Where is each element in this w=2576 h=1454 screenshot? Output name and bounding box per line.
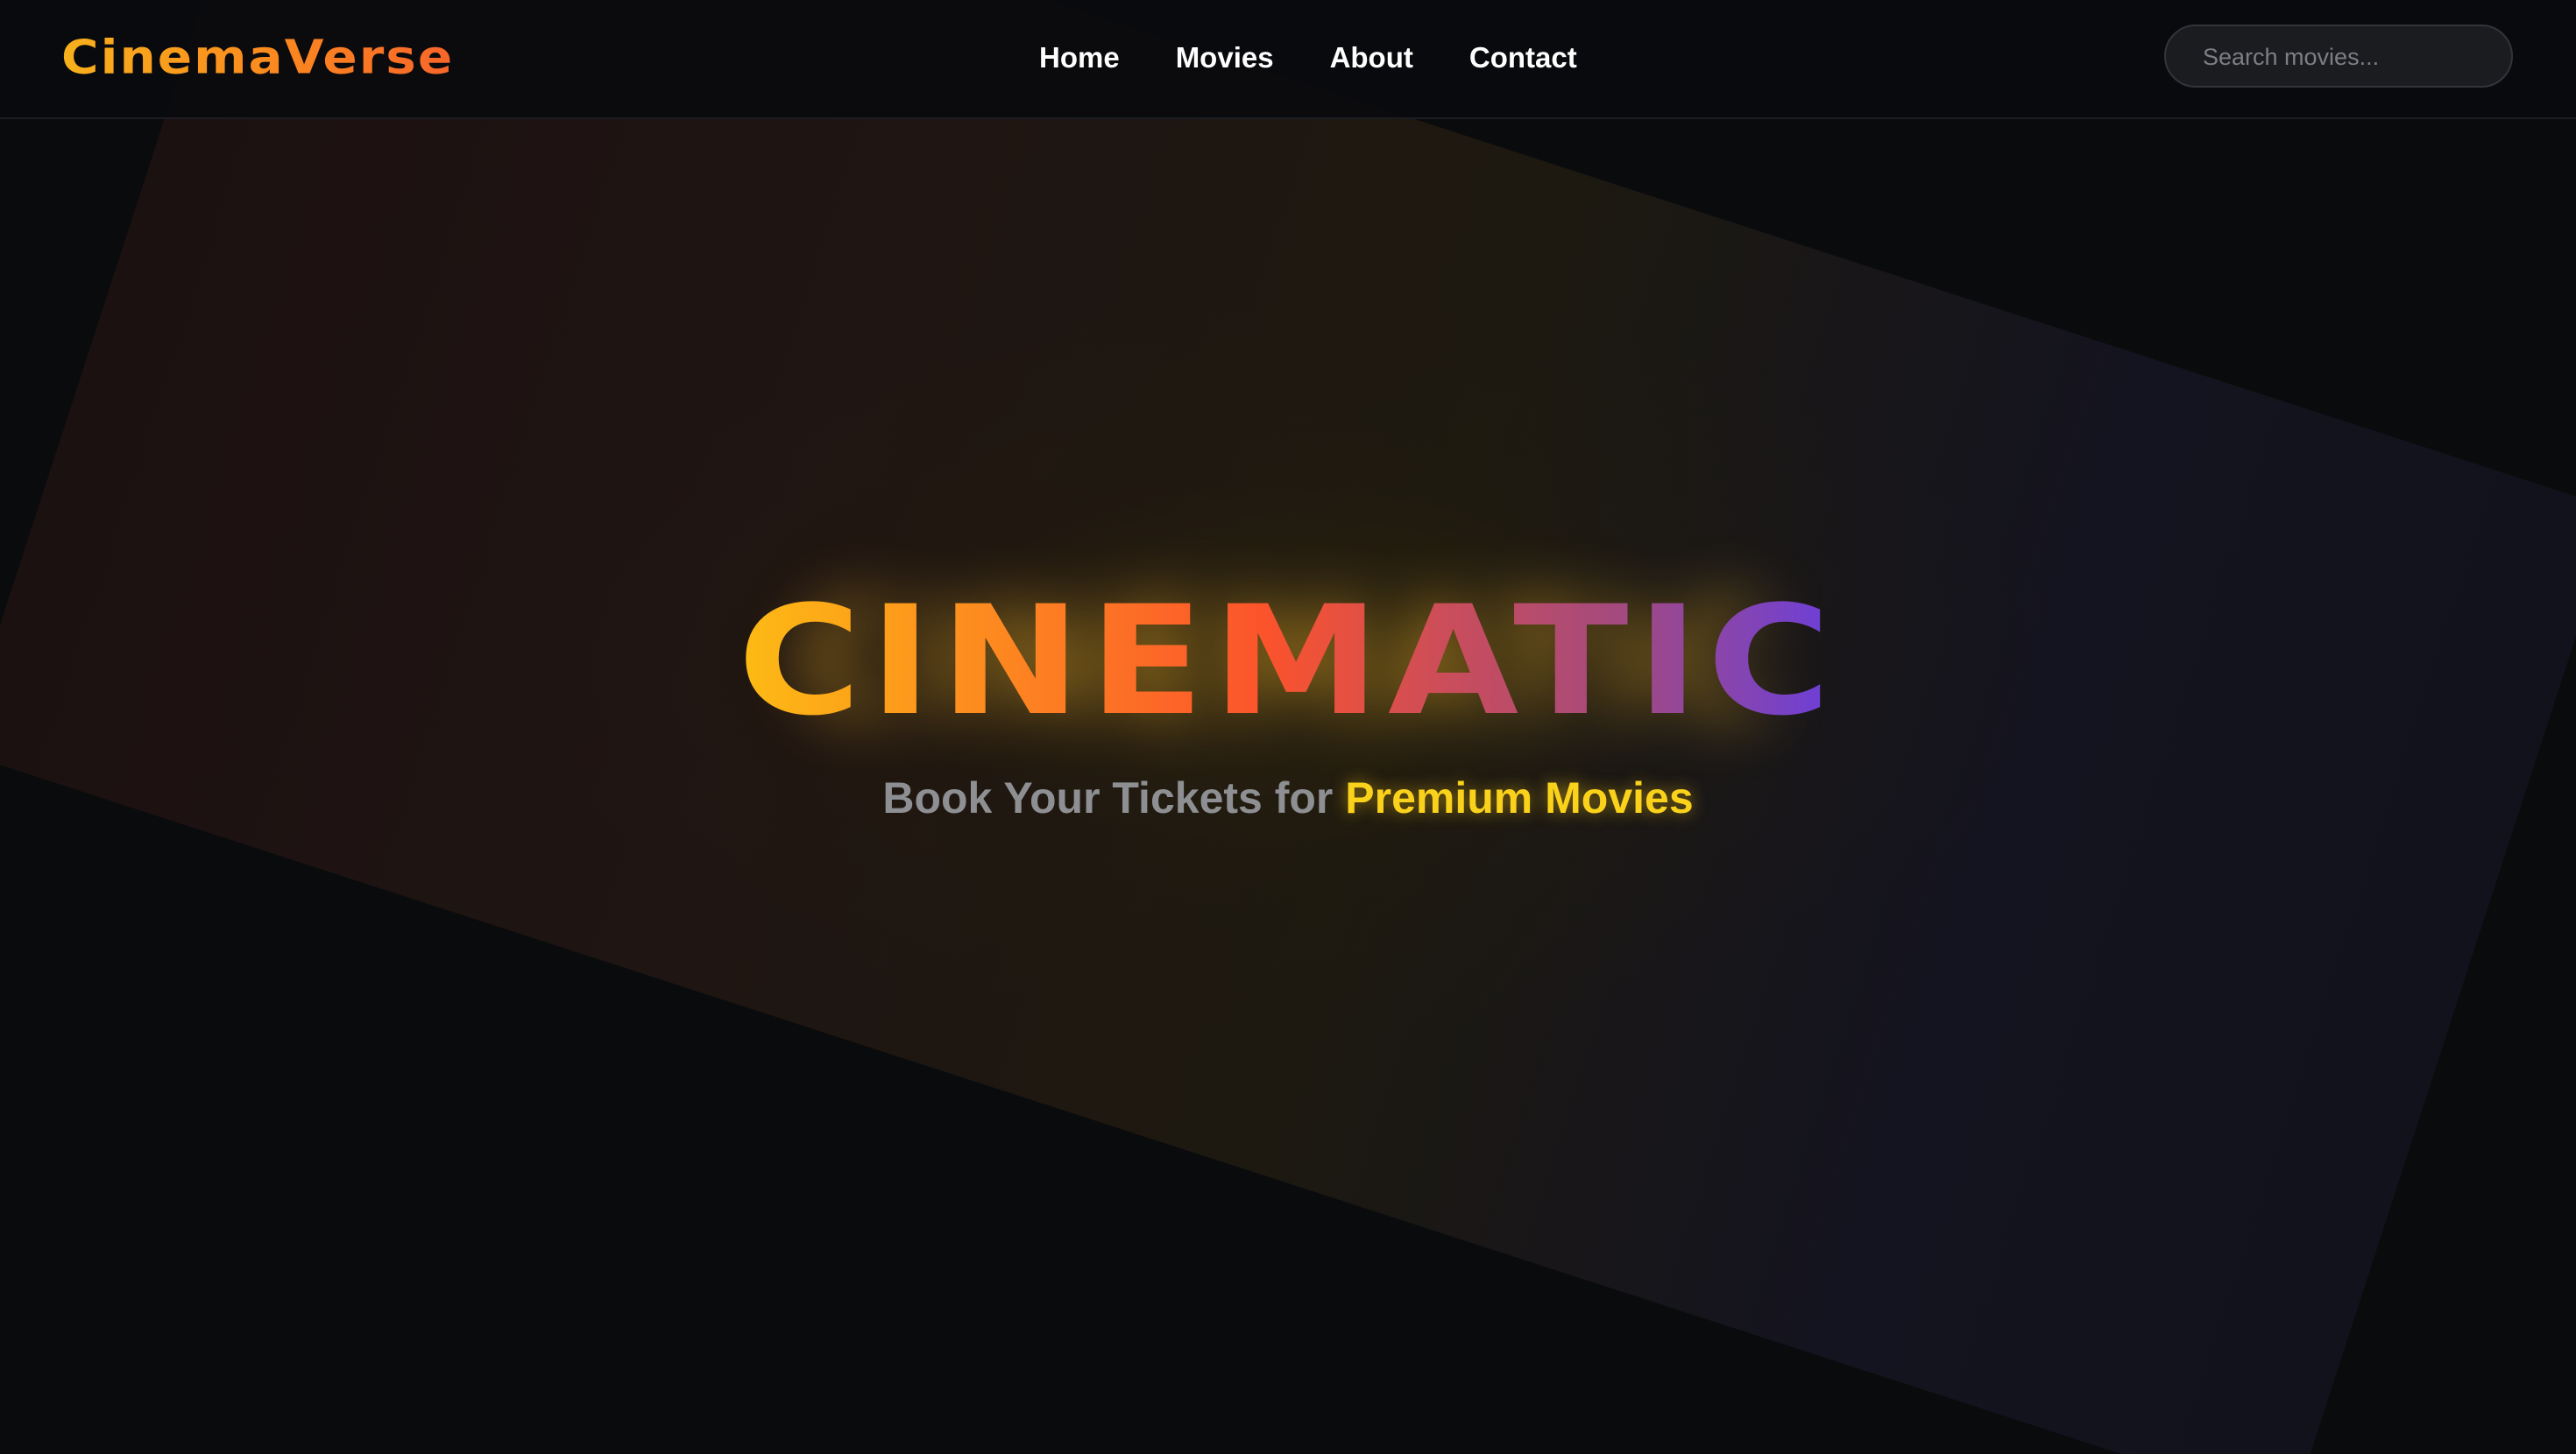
nav-item-movies[interactable]: Movies [1176,41,1274,74]
hero-title: CINEMATIC [738,561,1839,762]
nav-item-home[interactable]: Home [1039,41,1120,74]
page: CinemaVerse Home Movies About Contact CI… [0,0,2576,1454]
hero-subtitle-highlight: Premium Movies [1345,773,1694,822]
main-nav: Home Movies About Contact [1039,32,1577,84]
site-header: CinemaVerse Home Movies About Contact [0,0,2576,119]
nav-item-about[interactable]: About [1330,41,1413,74]
site-logo[interactable]: CinemaVerse [61,29,454,85]
nav-item-contact[interactable]: Contact [1469,41,1577,74]
hero-subtitle: Book Your Tickets for Premium Movies [0,773,2576,823]
hero-section: CINEMATIC CINEMATIC Book Your Tickets fo… [0,561,2576,823]
hero-subtitle-prefix: Book Your Tickets for [882,773,1346,822]
search-box [2164,25,2513,88]
search-input[interactable] [2201,26,2494,88]
